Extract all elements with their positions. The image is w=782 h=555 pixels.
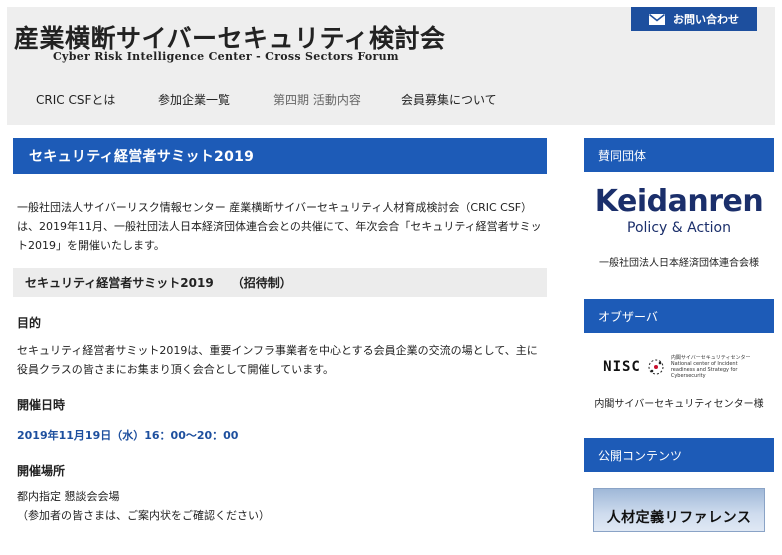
- section-heading-title: セキュリティ経営者サミット2019: [25, 276, 214, 290]
- nisc-logo-desc-en: National center of Incident readiness an…: [670, 361, 738, 379]
- nisc-logo[interactable]: NISC 内閣サイバーセキュリティセンター National center of…: [584, 347, 774, 387]
- keidanren-caption: 一般社団法人日本経済団体連合会様: [599, 258, 759, 269]
- nisc-caption: 内閣サイバーセキュリティセンター様: [594, 399, 764, 410]
- datetime-label: 開催日時: [17, 398, 66, 412]
- nisc-emblem-icon: [648, 359, 664, 375]
- supporter-heading: 賛同団体: [584, 138, 774, 172]
- mail-icon: [649, 13, 665, 25]
- section-heading: セキュリティ経営者サミット2019 （招待制）: [13, 268, 547, 297]
- site-header: 産業横断サイバーセキュリティ検討会 Cyber Risk Intelligenc…: [7, 7, 775, 125]
- nisc-logo-desc: 内閣サイバーセキュリティセンター National center of Inci…: [671, 355, 755, 379]
- purpose-label: 目的: [17, 316, 42, 330]
- section-heading-tag: （招待制）: [231, 276, 292, 290]
- observer-heading: オブザーバ: [584, 299, 774, 333]
- keidanren-logo-tagline: Policy & Action: [627, 220, 731, 236]
- reference-banner-label: 人材定義リファレンス: [606, 510, 752, 526]
- sidebar: 賛同団体 Keidanren Policy & Action 一般社団法人日本経…: [584, 138, 774, 532]
- datetime-value: 2019年11月19日（水）16：00〜20：00: [17, 429, 239, 442]
- nisc-logo-text: NISC: [603, 359, 641, 375]
- main-nav: CRIC CSFとは 参加企業一覧 第四期 活動内容 会員募集について: [36, 91, 497, 108]
- public-contents-heading: 公開コンテンツ: [584, 438, 774, 472]
- main-content: セキュリティ経営者サミット2019 一般社団法人サイバーリスク情報センター 産業…: [13, 138, 547, 525]
- purpose-text: セキュリティ経営者サミット2019は、重要インフラ事業者を中心とする会員企業の交…: [17, 344, 538, 376]
- keidanren-logo[interactable]: Keidanren Policy & Action: [584, 184, 774, 237]
- site-subtitle: Cyber Risk Intelligence Center - Cross S…: [53, 50, 399, 63]
- contact-label: お問い合わせ: [673, 13, 739, 26]
- intro-text: 一般社団法人サイバーリスク情報センター 産業横断サイバーセキュリティ人材育成検討…: [17, 201, 542, 252]
- nav-item-activities[interactable]: 第四期 活動内容: [273, 91, 401, 108]
- reference-banner[interactable]: 人材定義リファレンス: [593, 488, 765, 532]
- keidanren-card[interactable]: Keidanren Policy & Action 一般社団法人日本経済団体連合…: [584, 184, 774, 270]
- contact-button[interactable]: お問い合わせ: [631, 7, 757, 31]
- venue-line-2: （参加者の皆さまは、ご案内状をご確認ください）: [17, 509, 270, 522]
- nav-item-members[interactable]: 参加企業一覧: [158, 91, 273, 108]
- venue-line-1: 都内指定 懇談会会場: [17, 490, 120, 503]
- venue-label: 開催場所: [17, 464, 66, 478]
- nisc-card[interactable]: NISC 内閣サイバーセキュリティセンター National center of…: [584, 347, 774, 410]
- keidanren-logo-name: Keidanren: [594, 184, 764, 219]
- page-title: セキュリティ経営者サミット2019: [13, 138, 547, 174]
- nav-item-about[interactable]: CRIC CSFとは: [36, 91, 158, 108]
- nav-item-recruitment[interactable]: 会員募集について: [401, 91, 497, 108]
